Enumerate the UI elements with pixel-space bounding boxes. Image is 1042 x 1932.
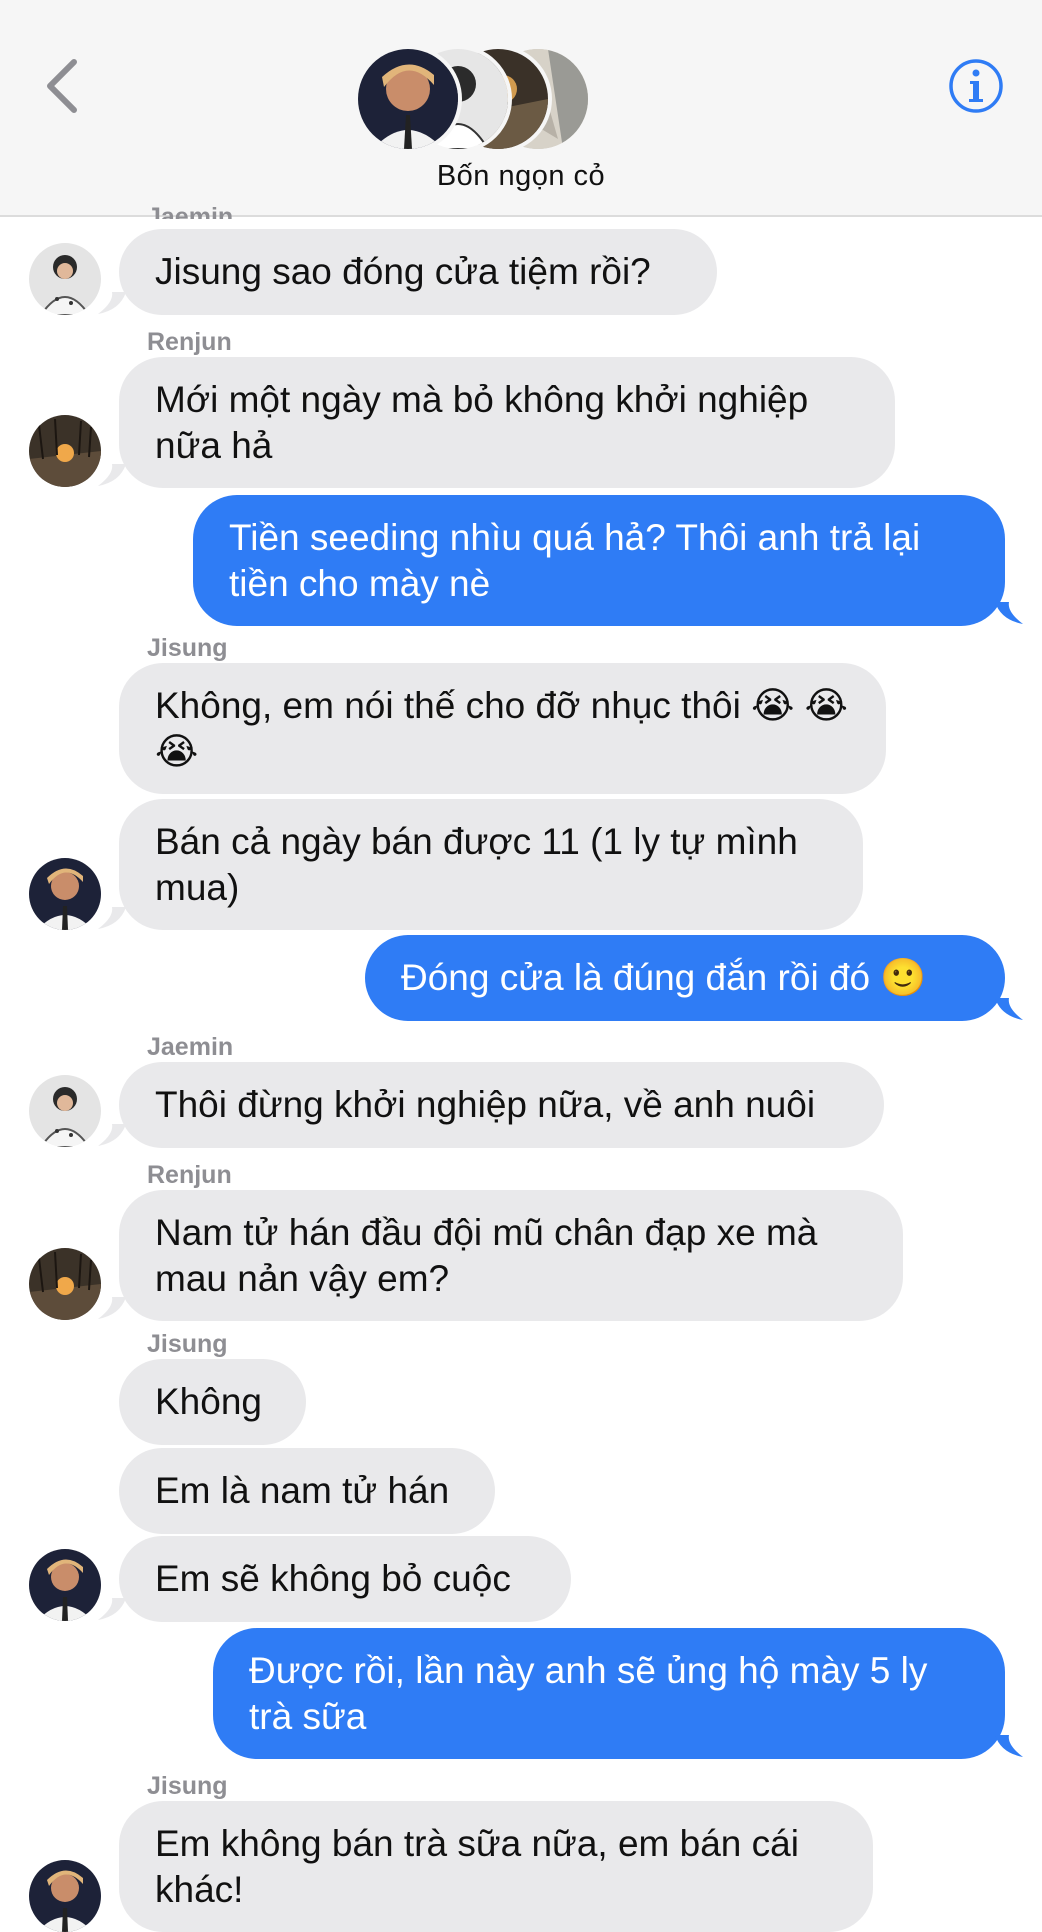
- avatar-renjun[interactable]: [29, 415, 101, 487]
- bubble-tail: [98, 292, 126, 314]
- message-bubble[interactable]: Em là nam tử hán: [119, 1448, 495, 1534]
- sender-label: Renjun: [147, 1161, 232, 1189]
- sender-label: Renjun: [147, 328, 232, 356]
- message-bubble[interactable]: Em không bán trà sữa nữa, em bán cái khá…: [119, 1801, 873, 1932]
- message-bubble[interactable]: Thôi đừng khởi nghiệp nữa, về anh nuôi: [119, 1062, 884, 1148]
- conversation-header: Bốn ngọn cỏ: [0, 0, 1042, 217]
- message-bubble[interactable]: Mới một ngày mà bỏ không khởi nghiệp nữa…: [119, 357, 895, 488]
- bubble-tail: [98, 1124, 126, 1146]
- message-bubble[interactable]: Không, em nói thế cho đỡ nhục thôi 😭 😭 😭: [119, 663, 886, 794]
- sender-label: Jaemin: [147, 203, 234, 219]
- group-avatar-stack[interactable]: [354, 45, 594, 153]
- message-bubble-outgoing[interactable]: Được rồi, lần này anh sẽ ủng hộ mày 5 ly…: [213, 1628, 1005, 1759]
- message-bubble-outgoing[interactable]: Tiền seeding nhìu quá hả? Thôi anh trả l…: [193, 495, 1005, 626]
- sender-label: Jisung: [147, 634, 228, 662]
- bubble-tail: [98, 464, 126, 486]
- bubble-tail: [995, 998, 1023, 1020]
- avatar-jaemin[interactable]: [29, 243, 101, 315]
- avatar-jisung[interactable]: [29, 858, 101, 930]
- message-bubble-outgoing[interactable]: Đóng cửa là đúng đắn rồi đó 🙂: [365, 935, 1005, 1021]
- bubble-tail: [98, 1297, 126, 1319]
- avatar-jisung[interactable]: [29, 1860, 101, 1932]
- bubble-tail: [995, 602, 1023, 624]
- bubble-tail: [98, 1598, 126, 1620]
- member-avatar: [354, 45, 462, 153]
- bubble-tail: [98, 907, 126, 929]
- message-bubble[interactable]: Em sẽ không bỏ cuộc: [119, 1536, 571, 1622]
- sender-label: Jisung: [147, 1772, 228, 1800]
- sender-label: Jaemin: [147, 1033, 234, 1061]
- bubble-tail: [995, 1735, 1023, 1757]
- group-name: Bốn ngọn cỏ: [436, 160, 606, 192]
- chevron-left-icon[interactable]: [42, 58, 82, 114]
- avatar-jaemin[interactable]: [29, 1075, 101, 1147]
- message-bubble[interactable]: Không: [119, 1359, 306, 1445]
- message-bubble[interactable]: Nam tử hán đầu đội mũ chân đạp xe mà mau…: [119, 1190, 903, 1321]
- avatar-jisung[interactable]: [29, 1549, 101, 1621]
- message-bubble[interactable]: Bán cả ngày bán được 11 (1 ly tự mình mu…: [119, 799, 863, 930]
- sender-label: Jisung: [147, 1330, 228, 1358]
- message-bubble[interactable]: Jisung sao đóng cửa tiệm rồi?: [119, 229, 717, 315]
- avatar-renjun[interactable]: [29, 1248, 101, 1320]
- info-circle-icon[interactable]: [948, 58, 1004, 114]
